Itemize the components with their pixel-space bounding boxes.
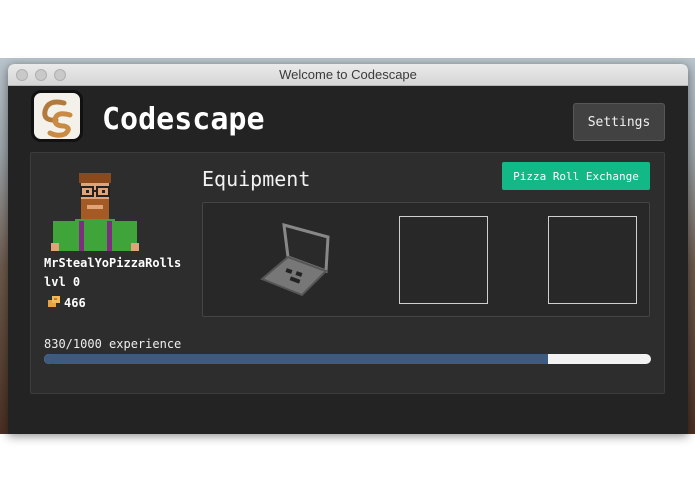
equipment-slots	[202, 202, 650, 317]
experience-bar-fill	[44, 354, 548, 364]
pizza-roll-count: 466	[64, 295, 86, 310]
avatar-icon	[51, 171, 139, 251]
equipment-slot-3[interactable]	[548, 216, 637, 304]
laptop-icon	[252, 222, 341, 309]
app-window: Welcome to Codescape Codescape Settings	[8, 64, 688, 434]
pizza-roll-icon	[46, 293, 62, 312]
experience-bar	[44, 354, 651, 364]
window-title: Welcome to Codescape	[279, 67, 417, 82]
player-level: lvl 0	[44, 275, 81, 289]
title-bar: Welcome to Codescape	[8, 64, 688, 86]
experience-label: 830/1000 experience	[44, 337, 182, 351]
pizza-roll-exchange-button[interactable]: Pizza Roll Exchange	[502, 162, 650, 190]
player-username: MrStealYoPizzaRolls	[44, 256, 182, 270]
equipment-title: Equipment	[202, 167, 311, 191]
equipment-slot-2[interactable]	[399, 216, 488, 304]
pizza-roll-balance: 466	[46, 293, 86, 312]
app-title: Codescape	[102, 102, 265, 137]
equipment-slot-laptop[interactable]	[251, 216, 340, 304]
settings-button[interactable]: Settings	[573, 103, 665, 141]
logo-icon	[31, 90, 83, 142]
player-panel: MrStealYoPizzaRolls lvl 0 466 Equipment …	[30, 152, 665, 394]
